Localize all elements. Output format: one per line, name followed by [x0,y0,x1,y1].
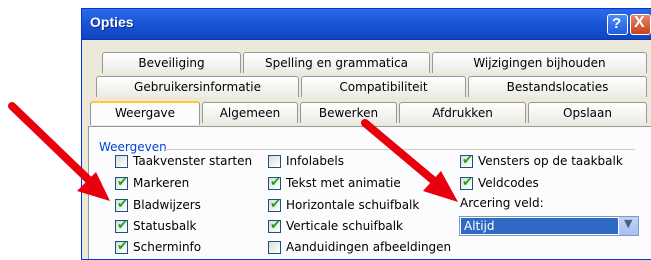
checkbox-label: Tekst met animatie [286,176,401,190]
tab-opslaan[interactable]: Opslaan [528,102,647,123]
field-shading-label: Arcering veld: [460,196,544,210]
check-icon: ✔ [117,197,128,212]
checkbox-box[interactable]: ✔ [268,175,281,190]
checkbox-label: Verticale schuifbalk [286,219,403,233]
checkbox-box[interactable]: ✔ [115,175,128,190]
tab-bewerken[interactable]: Bewerken [300,102,397,123]
close-button[interactable]: X [630,14,651,35]
checkbox-label: Aanduidingen afbeeldingen [286,240,452,254]
checkbox-box[interactable]: ✔ [268,197,281,212]
check-icon: ✔ [270,197,281,212]
check-icon: ✔ [117,175,128,190]
checkbox-label: Horizontale schuifbalk [286,198,420,212]
group-divider [165,149,635,150]
tab-beveiliging[interactable]: Beveiliging [102,52,241,73]
check-icon: ✔ [270,175,281,190]
field-shading-select[interactable]: Altijd ▼ [459,216,639,236]
checkbox-label: Markeren [133,176,190,190]
title-bar[interactable]: Opties ? X [82,9,651,40]
chevron-down-icon: ▼ [624,217,633,230]
checkbox-label: Infolabels [286,154,344,168]
help-button[interactable]: ? [607,14,628,35]
help-icon: ? [612,15,622,32]
tab-spelling-en-grammatica[interactable]: Spelling en grammatica [243,52,430,73]
dropdown-button[interactable]: ▼ [619,217,638,235]
checkbox-label: Scherminfo [133,240,202,254]
checkbox-label: Vensters op de taakbalk [478,154,623,168]
group-title-weergeven: Weergeven [99,140,167,154]
window-title: Opties [90,14,134,30]
checkbox-box[interactable] [268,241,281,254]
tab-compatibiliteit[interactable]: Compatibiliteit [301,76,466,97]
tab-weergave[interactable]: Weergave [90,101,200,125]
checkbox-label: Statusbalk [133,219,197,233]
checkbox-box[interactable]: ✔ [115,197,128,212]
checkbox-box[interactable]: ✔ [460,175,473,190]
checkbox-box[interactable] [268,155,281,168]
checkbox-box[interactable] [115,155,128,168]
checkbox-box[interactable]: ✔ [460,153,473,168]
check-icon: ✔ [117,218,128,233]
checkbox-label: Bladwijzers [133,198,201,212]
tab-afdrukken[interactable]: Afdrukken [399,102,526,123]
tab-gebruikersinformatie[interactable]: Gebruikersinformatie [96,76,299,97]
checkbox-box[interactable]: ✔ [115,239,128,254]
tab-wijzigingen-bijhouden[interactable]: Wijzigingen bijhouden [432,52,647,73]
check-icon: ✔ [462,153,473,168]
checkbox-box[interactable]: ✔ [115,218,128,233]
field-shading-value: Altijd [461,218,618,234]
checkbox-box[interactable]: ✔ [268,218,281,233]
close-icon: X [634,14,645,31]
checkbox-label: Veldcodes [478,176,539,190]
check-icon: ✔ [117,239,128,254]
tab-algemeen[interactable]: Algemeen [202,102,298,123]
tab-bestandslocaties[interactable]: Bestandslocaties [468,76,647,97]
check-icon: ✔ [270,218,281,233]
checkbox-label: Taakvenster starten [133,154,253,168]
check-icon: ✔ [462,175,473,190]
